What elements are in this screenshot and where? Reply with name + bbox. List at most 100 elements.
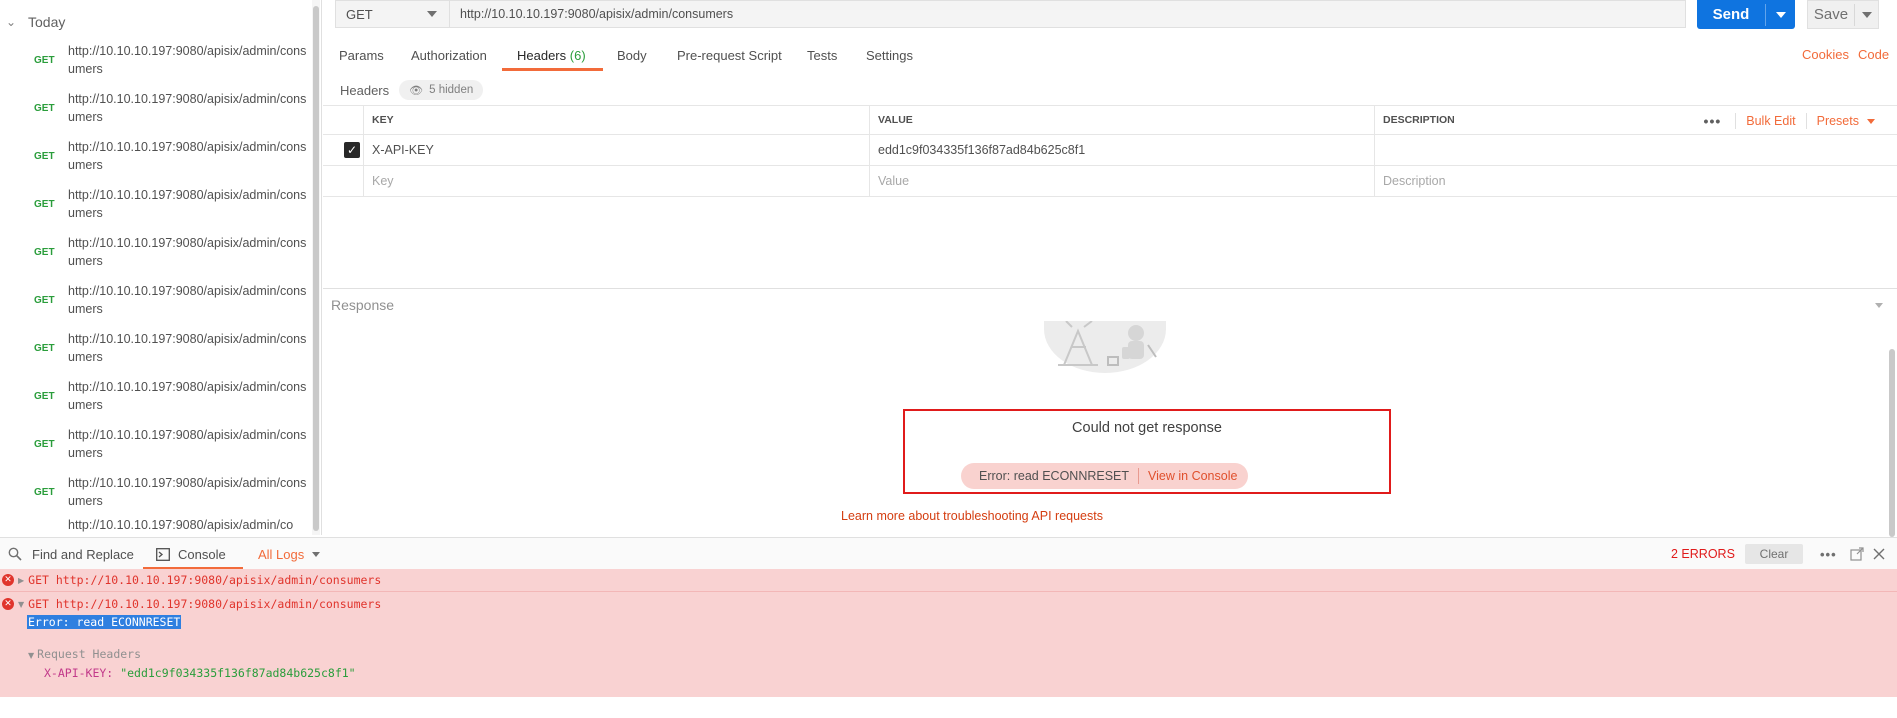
cookies-link[interactable]: Cookies [1802, 47, 1849, 62]
headers-subbar: Headers 👁 5 hidden [340, 79, 484, 101]
history-item[interactable]: GET http://10.10.10.197:9080/apisix/admi… [0, 132, 312, 180]
history-item-url: http://10.10.10.197:9080/apisix/admin/co… [68, 236, 307, 268]
history-item[interactable]: GET http://10.10.10.197:9080/apisix/admi… [0, 180, 312, 228]
caret-down-icon [1775, 11, 1786, 18]
code-link[interactable]: Code [1858, 47, 1889, 62]
header-description-cell[interactable] [1374, 135, 1897, 165]
presets-dropdown[interactable]: Presets [1817, 114, 1875, 128]
history-item[interactable]: http://10.10.10.197:9080/apisix/admin/co [0, 516, 312, 534]
divider [0, 591, 1897, 592]
log-entry-expanded[interactable]: ✕ ▼ GET http://10.10.10.197:9080/apisix/… [0, 594, 381, 614]
view-in-console-link[interactable]: View in Console [1139, 469, 1237, 483]
history-item-method: GET [34, 102, 55, 114]
more-options-icon[interactable]: ••• [1704, 113, 1722, 129]
terminal-icon [156, 547, 170, 561]
log-entry-collapsed[interactable]: ✕ ▶ GET http://10.10.10.197:9080/apisix/… [0, 570, 381, 590]
more-options-icon[interactable]: ••• [1820, 538, 1837, 570]
console-tab[interactable]: Console [156, 538, 226, 570]
history-item-method: GET [34, 54, 55, 66]
caret-down-icon [312, 551, 321, 557]
new-key-input[interactable]: Key [363, 166, 869, 196]
astronaut-illustration [1044, 321, 1166, 373]
console-toolbar: Find and Replace Console All Logs 2 ERRO… [0, 537, 1897, 570]
chevron-down-icon [427, 11, 437, 17]
tab-params[interactable]: Params [339, 42, 384, 72]
tab-authorization[interactable]: Authorization [411, 42, 487, 72]
log-entry-text: GET http://10.10.10.197:9080/apisix/admi… [28, 597, 382, 611]
column-header-key: KEY [363, 106, 909, 134]
close-console-icon[interactable] [1873, 538, 1885, 570]
popout-icon[interactable] [1850, 538, 1864, 570]
history-item[interactable]: GET http://10.10.10.197:9080/apisix/admi… [0, 420, 312, 468]
history-item[interactable]: GET http://10.10.10.197:9080/apisix/admi… [0, 276, 312, 324]
history-item-url: http://10.10.10.197:9080/apisix/admin/co… [68, 140, 307, 172]
clear-console-button[interactable]: Clear [1745, 544, 1803, 564]
history-item[interactable]: GET http://10.10.10.197:9080/apisix/admi… [0, 372, 312, 420]
console-log: ✕ ▶ GET http://10.10.10.197:9080/apisix/… [0, 569, 1897, 697]
error-pill: Error: read ECONNRESET View in Console [961, 463, 1248, 489]
log-header-value: "edd1c9f034335f136f87ad84b625c8f1" [120, 666, 356, 680]
headers-table: KEY VALUE DESCRIPTION ••• Bulk Edit Pres… [323, 105, 1897, 198]
caret-down-icon [1867, 118, 1875, 124]
history-item[interactable]: GET http://10.10.10.197:9080/apisix/admi… [0, 228, 312, 276]
save-options-button[interactable] [1855, 11, 1878, 18]
log-error-message[interactable]: Error: read ECONNRESET [27, 615, 182, 629]
send-options-button[interactable] [1766, 11, 1795, 18]
history-item[interactable]: GET http://10.10.10.197:9080/apisix/admi… [0, 36, 312, 84]
sidebar-scrollbar[interactable] [312, 0, 320, 535]
history-item[interactable]: GET http://10.10.10.197:9080/apisix/admi… [0, 84, 312, 132]
bulk-edit-link[interactable]: Bulk Edit [1746, 114, 1795, 128]
response-scrollbar-thumb[interactable] [1889, 349, 1895, 537]
tab-prerequest-script[interactable]: Pre-request Script [677, 42, 782, 72]
new-value-input[interactable]: Value [869, 166, 1374, 196]
divider [1735, 113, 1737, 129]
error-icon: ✕ [2, 574, 14, 586]
send-button-label: Send [1712, 6, 1750, 23]
url-input[interactable] [450, 0, 1686, 28]
header-enabled-checkbox[interactable]: ✓ [344, 142, 360, 158]
troubleshooting-link[interactable]: Learn more about troubleshooting API req… [323, 509, 1621, 523]
table-header-check [323, 106, 363, 134]
history-item-url: http://10.10.10.197:9080/apisix/admin/co… [68, 92, 307, 124]
search-icon [8, 547, 22, 561]
history-group-label: Today [28, 14, 66, 30]
history-item-method: GET [34, 438, 55, 450]
history-item[interactable]: GET http://10.10.10.197:9080/apisix/admi… [0, 468, 312, 516]
hidden-headers-label: 5 hidden [429, 84, 474, 96]
expand-triangle-icon[interactable]: ▶ [18, 576, 24, 585]
new-description-input[interactable]: Description [1374, 166, 1897, 196]
log-header-key: X-API-KEY: [44, 666, 114, 680]
log-level-label: All Logs [258, 546, 305, 562]
tab-headers-label: Headers [517, 48, 567, 63]
presets-label: Presets [1816, 114, 1859, 128]
log-entry-text: GET http://10.10.10.197:9080/apisix/admi… [28, 573, 382, 587]
caret-down-icon [1861, 11, 1872, 18]
collapse-triangle-icon[interactable]: ▼ [18, 600, 24, 609]
method-select-value: GET [346, 6, 373, 22]
history-sidebar: ⌄ Today GET http://10.10.10.197:9080/api… [0, 0, 322, 535]
history-item-method: GET [34, 390, 55, 402]
sidebar-scrollbar-thumb[interactable] [313, 6, 319, 531]
tab-tests[interactable]: Tests [807, 42, 837, 72]
history-item[interactable]: GET http://10.10.10.197:9080/apisix/admi… [0, 324, 312, 372]
tab-body[interactable]: Body [617, 42, 647, 72]
tab-settings[interactable]: Settings [866, 42, 913, 72]
find-replace-tab[interactable]: Find and Replace [8, 538, 134, 570]
history-item-url: http://10.10.10.197:9080/apisix/admin/co… [68, 44, 307, 76]
method-select[interactable]: GET [335, 0, 450, 28]
header-value-cell[interactable]: edd1c9f034335f136f87ad84b625c8f1 [869, 135, 1374, 165]
column-header-value: VALUE [869, 106, 1374, 134]
header-key-cell[interactable]: X-API-KEY [363, 135, 869, 165]
log-level-dropdown[interactable]: All Logs [258, 538, 321, 570]
hidden-headers-toggle[interactable]: 👁 5 hidden [399, 80, 484, 100]
send-button[interactable]: Send [1697, 0, 1795, 29]
chevron-down-icon[interactable] [1875, 303, 1883, 308]
request-headers-toggle[interactable]: ▼ Request Headers [28, 647, 141, 661]
history-item-url: http://10.10.10.197:9080/apisix/admin/co… [68, 476, 307, 508]
history-item-method: GET [34, 342, 55, 354]
history-item-method: GET [34, 294, 55, 306]
save-button[interactable]: Save [1807, 0, 1879, 29]
tab-headers-count: (6) [569, 48, 586, 63]
response-scrollbar[interactable] [1888, 319, 1896, 537]
history-item-url: http://10.10.10.197:9080/apisix/admin/co… [68, 284, 307, 316]
